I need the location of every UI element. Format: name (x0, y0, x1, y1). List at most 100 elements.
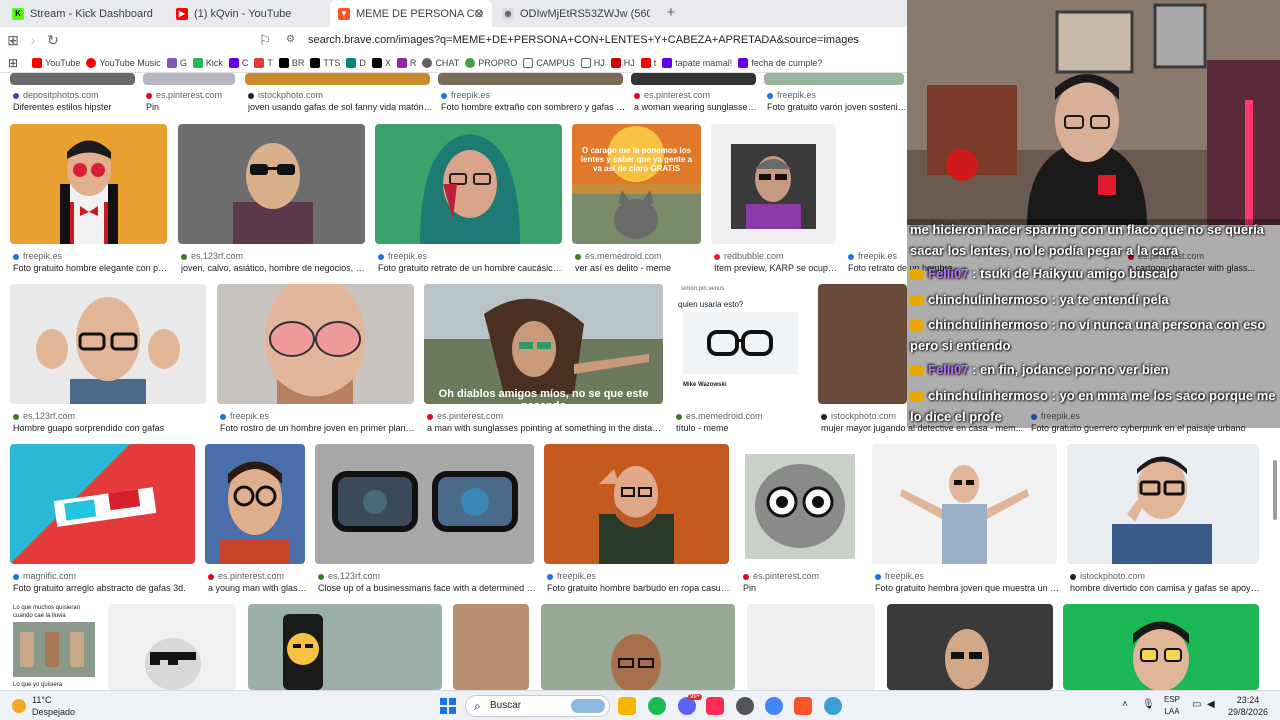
result-caption[interactable]: Diferentes estilos hipster (13, 102, 138, 112)
result-caption[interactable]: ver así es delito - meme (575, 263, 704, 273)
result-thumbnail[interactable] (217, 284, 414, 404)
result-source[interactable]: freepik.es (875, 571, 924, 581)
image-result[interactable]: freepik.es Foto gratuito varón joven sos… (764, 73, 907, 115)
result-caption[interactable]: título - meme (676, 423, 811, 433)
bookmark-campus[interactable]: CAMPUS (523, 57, 575, 68)
result-thumbnail[interactable] (10, 73, 135, 85)
image-result[interactable] (248, 604, 444, 690)
result-caption[interactable]: Foto gratuito retrato de un hombre caucá… (378, 263, 565, 273)
image-result[interactable]: freepik.es Foto gratuito hombre elegante… (10, 124, 170, 274)
result-thumbnail[interactable] (1063, 604, 1259, 690)
result-source[interactable]: istockphoto.com (248, 90, 323, 100)
image-result[interactable]: magnific.com Foto gratuito arreglo abstr… (10, 444, 198, 594)
image-result[interactable]: es.123rf.com joven, calvo, asiático, hom… (178, 124, 368, 274)
bookmark-t[interactable]: T (254, 57, 273, 68)
bookmark-x[interactable]: X (371, 57, 391, 68)
result-thumbnail[interactable] (711, 124, 836, 244)
taskbar-search[interactable]: ⌕ Buscar (465, 695, 610, 717)
result-source[interactable]: es.pinterest.com (146, 90, 222, 100)
result-source[interactable]: depositphotos.com (13, 90, 99, 100)
result-source[interactable]: freepik.es (547, 571, 596, 581)
result-caption[interactable]: a man with sunglasses pointing at someth… (427, 423, 666, 433)
result-thumbnail[interactable] (143, 73, 235, 85)
result-thumbnail[interactable] (453, 604, 529, 690)
result-thumbnail[interactable] (315, 444, 534, 564)
image-result[interactable]: freepik.es Foto rostro de un hombre jove… (217, 284, 417, 434)
result-caption[interactable]: a young man with glass... (208, 583, 308, 593)
result-caption[interactable]: Foto gratuito hombre barbudo en ropa cas… (547, 583, 732, 593)
result-thumbnail[interactable]: O carago me la ponemos los lentes y sabe… (572, 124, 701, 244)
result-thumbnail[interactable] (248, 604, 442, 690)
tab-brave-search[interactable]: ▼ MEME DE PERSONA CON LENTE ✕ (330, 0, 492, 27)
start-button[interactable] (440, 698, 456, 714)
result-thumbnail[interactable] (108, 604, 236, 690)
result-thumbnail[interactable] (747, 604, 875, 690)
tab-kick-dashboard[interactable]: K Stream - Kick Dashboard (4, 0, 166, 27)
microphone-icon[interactable]: 🎙︎ (1142, 699, 1155, 710)
close-icon[interactable]: ✕ (474, 7, 484, 21)
bookmark-t2[interactable]: t (640, 57, 656, 68)
bookmark-chat[interactable]: CHAT (422, 57, 459, 68)
result-thumbnail[interactable] (10, 444, 195, 564)
url-bar[interactable]: ⚙ search.brave.com/images?q=MEME+DE+PERS… (278, 30, 898, 50)
bookmark-d[interactable]: D (346, 57, 366, 68)
result-thumbnail[interactable] (205, 444, 305, 564)
obs-icon[interactable] (736, 697, 754, 715)
result-source[interactable]: istockphoto.com (1070, 571, 1145, 581)
image-result[interactable]: simon.pin.venus quien usaria esto? Mike … (673, 284, 811, 434)
bookmark-icon[interactable]: ⚐ (256, 31, 274, 49)
image-result[interactable]: freepik.es Foto gratuito retrato de un h… (375, 124, 565, 274)
image-result[interactable]: redbubble.com Item preview, KARP se ocup… (711, 124, 839, 274)
bookmark-youtube[interactable]: YouTube (32, 57, 80, 68)
spotify-icon[interactable] (648, 697, 666, 715)
weather-widget[interactable]: 11°C Despejado (12, 694, 102, 718)
result-thumbnail[interactable] (438, 73, 623, 85)
result-caption[interactable]: Item preview, KARP se ocupa ... (714, 263, 839, 273)
result-thumbnail[interactable] (740, 444, 862, 564)
result-caption[interactable]: Close up of a businessmans face with a d… (318, 583, 537, 593)
result-caption[interactable]: Foto gratuito arreglo abstracto de gafas… (13, 583, 198, 593)
bookmark-kick[interactable]: Kick (192, 57, 223, 68)
image-result[interactable]: istockphoto.com mujer mayor jugando al d… (818, 284, 1023, 434)
image-result[interactable]: freepik.es Foto gratuito hembra joven qu… (872, 444, 1060, 594)
bookmark-br[interactable]: BR (278, 57, 304, 68)
language-indicator[interactable]: ESP LAA (1164, 694, 1180, 718)
result-thumbnail[interactable] (1067, 444, 1259, 564)
result-caption[interactable]: Hombre guapo sorprendido con gafas (13, 423, 209, 433)
result-thumbnail[interactable] (544, 444, 729, 564)
bookmark-g[interactable]: G (166, 57, 187, 68)
bookmark-propro[interactable]: PROPRO (465, 57, 517, 68)
image-result[interactable]: Oh diablos amigos míos, no se que este p… (424, 284, 666, 434)
tiktok-icon[interactable] (706, 697, 724, 715)
result-thumbnail[interactable]: simon.pin.venus quien usaria esto? Mike … (673, 284, 808, 404)
result-source[interactable]: es.memedroid.com (575, 251, 662, 261)
apps-icon[interactable]: ⊞ (8, 56, 18, 70)
bookmark-tts[interactable]: TTS (310, 57, 340, 68)
bookmark-youtube-music[interactable]: YouTube Music (86, 57, 161, 68)
reload-icon[interactable]: ↻ (44, 31, 62, 49)
image-result[interactable]: istockphoto.com hombre divertido con cam… (1067, 444, 1262, 594)
site-info-icon[interactable]: ⚙ (286, 33, 300, 47)
result-thumbnail[interactable] (872, 444, 1057, 564)
image-result[interactable] (541, 604, 737, 690)
image-result[interactable]: freepik.es Foto gratuito hombre barbudo … (544, 444, 732, 594)
result-thumbnail[interactable] (541, 604, 735, 690)
result-source[interactable]: istockphoto.com (821, 411, 896, 421)
result-thumbnail[interactable] (887, 604, 1053, 690)
result-caption[interactable]: Foto gratuito hombre elegante con paj... (13, 263, 170, 273)
image-result[interactable]: es.pinterest.com Pin (740, 444, 865, 594)
result-thumbnail[interactable] (178, 124, 365, 244)
file-explorer-icon[interactable] (618, 697, 636, 715)
image-result[interactable]: es.123rf.com Close up of a businessmans … (315, 444, 537, 594)
image-result[interactable]: es.pinterest.com Pin (143, 73, 239, 115)
system-clock[interactable]: 23:24 29/8/2026 (1218, 694, 1278, 718)
result-source[interactable]: freepik.es (441, 90, 490, 100)
bookmark-cumple[interactable]: fecha de cumple? (738, 57, 822, 68)
result-thumbnail[interactable]: Lo que muchos quisieran cuando cae la ll… (10, 604, 98, 690)
result-thumbnail[interactable] (631, 73, 756, 85)
result-thumbnail[interactable] (818, 284, 907, 404)
result-caption[interactable]: Pin (743, 583, 865, 593)
tab-image[interactable]: ◉ ODIwMjEtRS53ZWJw (560×560) (494, 0, 658, 27)
bookmark-c[interactable]: C (228, 57, 248, 68)
image-result[interactable]: O carago me la ponemos los lentes y sabe… (572, 124, 704, 274)
